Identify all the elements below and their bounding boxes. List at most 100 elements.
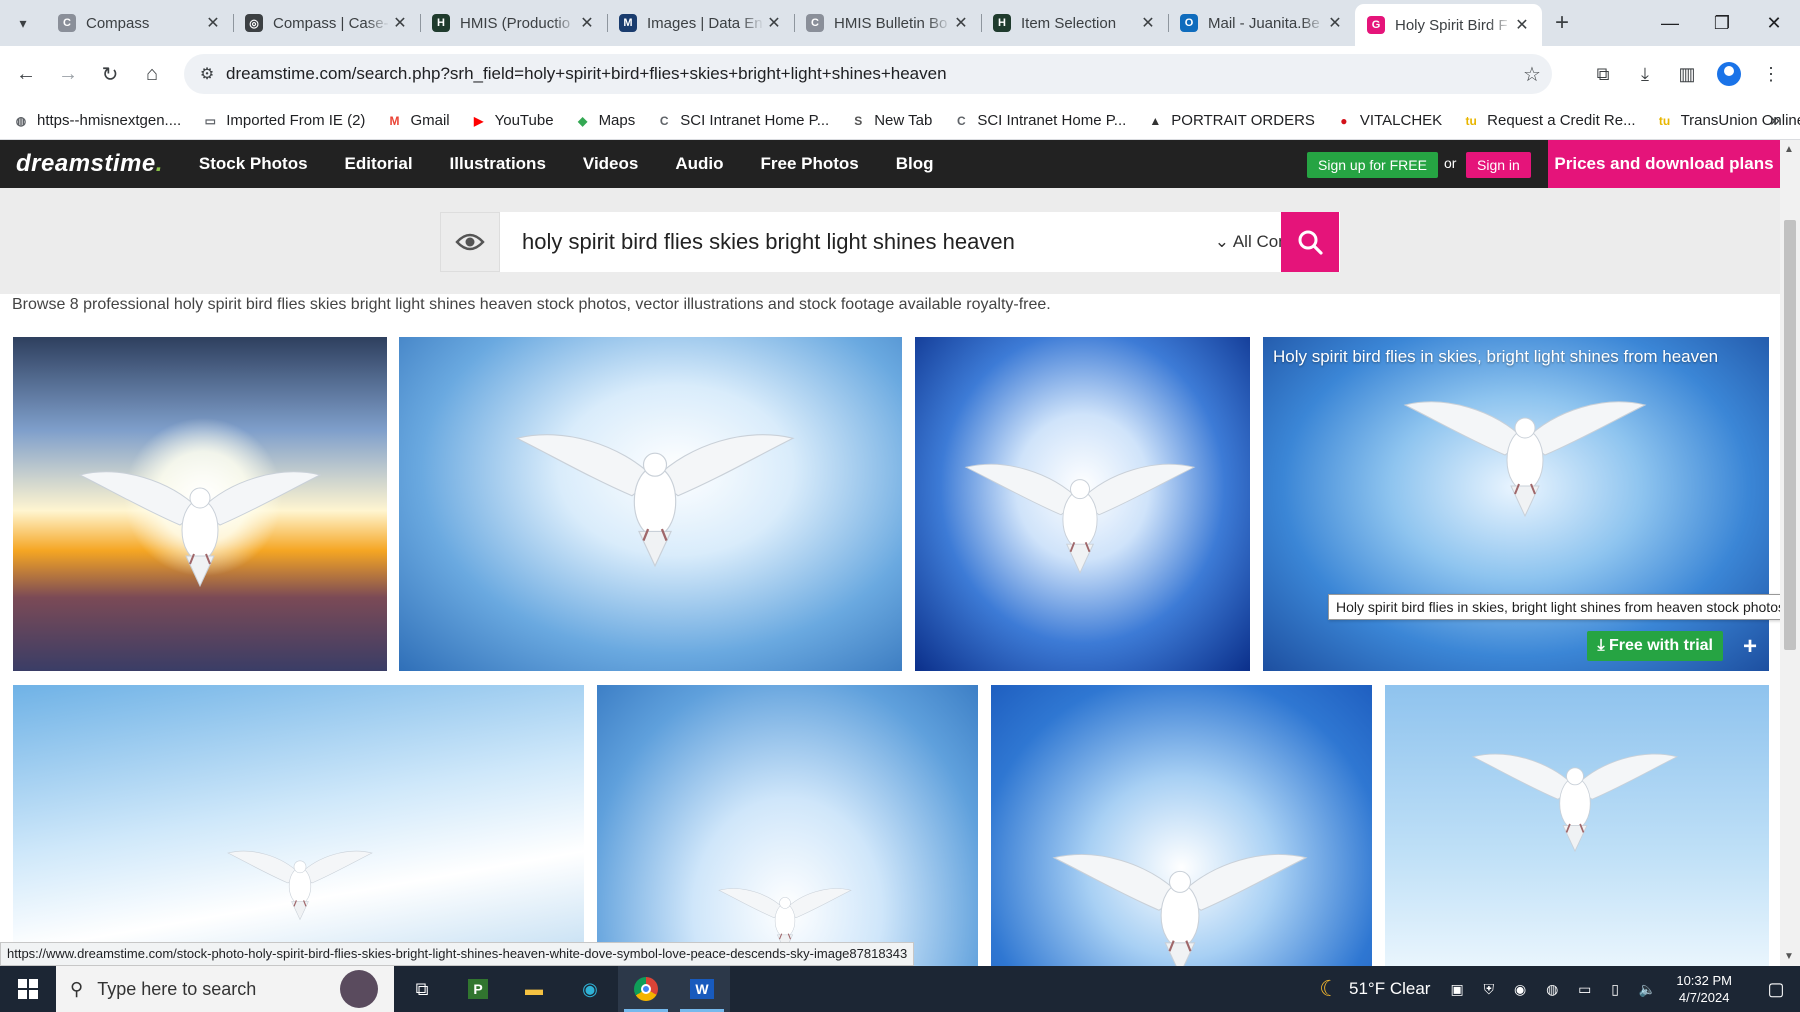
home-button[interactable]: ⌂ — [132, 54, 172, 94]
extensions-icon[interactable]: ⧉ — [1582, 54, 1624, 94]
dreamstime-logo[interactable]: dreamstime. — [16, 150, 163, 178]
signup-button[interactable]: Sign up for FREE — [1307, 152, 1438, 178]
back-button[interactable]: ← — [6, 54, 46, 94]
close-tab-icon[interactable]: ✕ — [1512, 15, 1532, 35]
url-text[interactable]: dreamstime.com/search.php?srh_field=holy… — [226, 64, 1512, 84]
profile-avatar[interactable] — [1708, 54, 1750, 94]
tab-title: Item Selection — [1021, 14, 1117, 32]
search-input[interactable] — [500, 229, 1215, 255]
nav-link[interactable]: Illustrations — [450, 154, 546, 174]
result-image-6[interactable] — [597, 685, 978, 966]
download-icon[interactable]: ⤓ — [1624, 54, 1666, 94]
taskbar-search[interactable]: ⚲ Type here to search — [56, 966, 394, 1012]
forward-button[interactable]: → — [48, 54, 88, 94]
folder-icon: ▬ — [525, 978, 543, 999]
start-button[interactable] — [0, 966, 56, 1012]
add-to-lightbox-button[interactable]: + — [1743, 633, 1757, 661]
close-tab-icon[interactable]: ✕ — [390, 13, 410, 33]
close-tab-icon[interactable]: ✕ — [577, 13, 597, 33]
chrome-browser-button[interactable] — [618, 966, 674, 1012]
bookmark-favicon-icon: ▶ — [473, 113, 484, 128]
result-image-8[interactable] — [1385, 685, 1769, 966]
chevron-right-icon[interactable]: » — [1770, 110, 1780, 131]
tab-title: Holy Spirit Bird F — [1395, 16, 1508, 34]
site-info-icon[interactable]: ⚙ — [188, 64, 226, 84]
bookmark-item[interactable]: ◍ https--hmisnextgen.... — [12, 112, 181, 130]
restore-button[interactable]: ❐ — [1696, 0, 1748, 46]
address-bar[interactable]: ⚙ dreamstime.com/search.php?srh_field=ho… — [184, 54, 1552, 94]
bookmark-item[interactable]: tu Request a Credit Re... — [1462, 112, 1636, 130]
prices-button[interactable]: Prices and download plans — [1548, 140, 1780, 188]
notifications-icon[interactable]: ▢ — [1752, 966, 1800, 1012]
word-app-button[interactable]: W — [674, 966, 730, 1012]
weather-widget[interactable]: ☾ 51°F Clear — [1319, 976, 1430, 1002]
menu-kebab-icon[interactable]: ⋮ — [1750, 54, 1792, 94]
bookmark-item[interactable]: ▲ PORTRAIT ORDERS — [1146, 112, 1315, 130]
minimize-button[interactable]: — — [1644, 0, 1696, 46]
nav-link[interactable]: Free Photos — [761, 154, 859, 174]
bookmark-item[interactable]: ◆ Maps — [574, 112, 635, 130]
browser-tab[interactable]: C Compass ✕ — [46, 4, 233, 42]
eye-icon[interactable] — [440, 212, 500, 272]
close-tab-icon[interactable]: ✕ — [764, 13, 784, 33]
browser-tab[interactable]: H Item Selection ✕ — [981, 4, 1168, 42]
scrollbar-thumb[interactable] — [1784, 220, 1796, 650]
result-image-2[interactable] — [399, 337, 902, 671]
result-image-4[interactable]: Holy spirit bird flies in skies, bright … — [1263, 337, 1769, 671]
close-tab-icon[interactable]: ✕ — [1138, 13, 1158, 33]
task-view-button[interactable]: ⧉ — [394, 966, 450, 1012]
browser-tab[interactable]: H HMIS (Productio ✕ — [420, 4, 607, 42]
arrow-right-icon: → — [58, 62, 78, 85]
result-image-1[interactable] — [13, 337, 387, 671]
windows-logo-icon — [18, 979, 38, 999]
nav-link[interactable]: Stock Photos — [199, 154, 308, 174]
nav-link[interactable]: Blog — [896, 154, 934, 174]
bookmark-item[interactable]: ▶ YouTube — [470, 112, 554, 130]
bookmark-label: VITALCHEK — [1359, 112, 1443, 129]
browser-tab[interactable]: G Holy Spirit Bird F ✕ — [1355, 4, 1542, 46]
project-app-button[interactable]: P — [450, 966, 506, 1012]
close-tab-icon[interactable]: ✕ — [203, 13, 223, 33]
reload-button[interactable]: ↻ — [90, 54, 130, 94]
tab-strip: ▾ C Compass ✕ ◎ Compass | Case- ✕ H HMIS (Produ… — [0, 0, 1800, 46]
page-scrollbar[interactable]: ▲ ▼ — [1780, 140, 1800, 966]
signin-button[interactable]: Sign in — [1466, 152, 1531, 178]
scroll-down-arrow-icon[interactable]: ▼ — [1784, 951, 1794, 962]
nav-link[interactable]: Videos — [583, 154, 638, 174]
image-caption: Holy spirit bird flies in skies, bright … — [1273, 347, 1719, 366]
search-button[interactable] — [1281, 212, 1339, 272]
bookmark-star-icon[interactable]: ☆ — [1512, 62, 1552, 87]
bookmark-item[interactable]: S New Tab — [849, 112, 932, 130]
result-image-5[interactable] — [13, 685, 584, 966]
home-icon: ⌂ — [145, 62, 159, 85]
nav-link[interactable]: Editorial — [345, 154, 413, 174]
browser-tab[interactable]: O Mail - Juanita.Be ✕ — [1168, 4, 1355, 42]
file-explorer-button[interactable]: ▬ — [506, 966, 562, 1012]
free-trial-button[interactable]: ⤓ Free with trial — [1587, 631, 1723, 661]
nav-link[interactable]: Audio — [675, 154, 723, 174]
browser-tab[interactable]: ◎ Compass | Case- ✕ — [233, 4, 420, 42]
tab-search-button[interactable]: ▾ — [0, 0, 46, 46]
new-tab-button[interactable]: + — [1542, 4, 1582, 42]
close-tab-icon[interactable]: ✕ — [1325, 13, 1345, 33]
close-window-button[interactable]: ✕ — [1748, 0, 1800, 46]
bookmark-item[interactable]: C SCI Intranet Home P... — [952, 112, 1126, 130]
bookmark-label: SCI Intranet Home P... — [977, 112, 1127, 129]
bookmark-label: PORTRAIT ORDERS — [1171, 112, 1315, 129]
clock[interactable]: 10:32 PM 4/7/2024 — [1676, 972, 1732, 1006]
result-image-3[interactable] — [915, 337, 1250, 671]
bookmark-item[interactable]: M Gmail — [385, 112, 449, 130]
tab-favicon-icon: C — [806, 14, 824, 32]
browser-tab[interactable]: M Images | Data En ✕ — [607, 4, 794, 42]
side-panel-icon[interactable]: ▥ — [1666, 54, 1708, 94]
browser-tab[interactable]: C HMIS Bulletin Bo ✕ — [794, 4, 981, 42]
bookmark-favicon-icon: C — [659, 113, 669, 128]
close-tab-icon[interactable]: ✕ — [951, 13, 971, 33]
bookmark-item[interactable]: C SCI Intranet Home P... — [655, 112, 829, 130]
result-image-7[interactable] — [991, 685, 1372, 966]
tray-icons[interactable]: ▣ ⛨ ◉ ◍ ▭ ▯ 🔈 — [1450, 981, 1664, 998]
bookmark-item[interactable]: ▭ Imported From IE (2) — [201, 112, 366, 130]
edge-browser-button[interactable]: ◉ — [562, 966, 618, 1012]
bookmark-item[interactable]: ● VITALCHEK — [1335, 112, 1442, 130]
scroll-up-arrow-icon[interactable]: ▲ — [1784, 144, 1794, 155]
